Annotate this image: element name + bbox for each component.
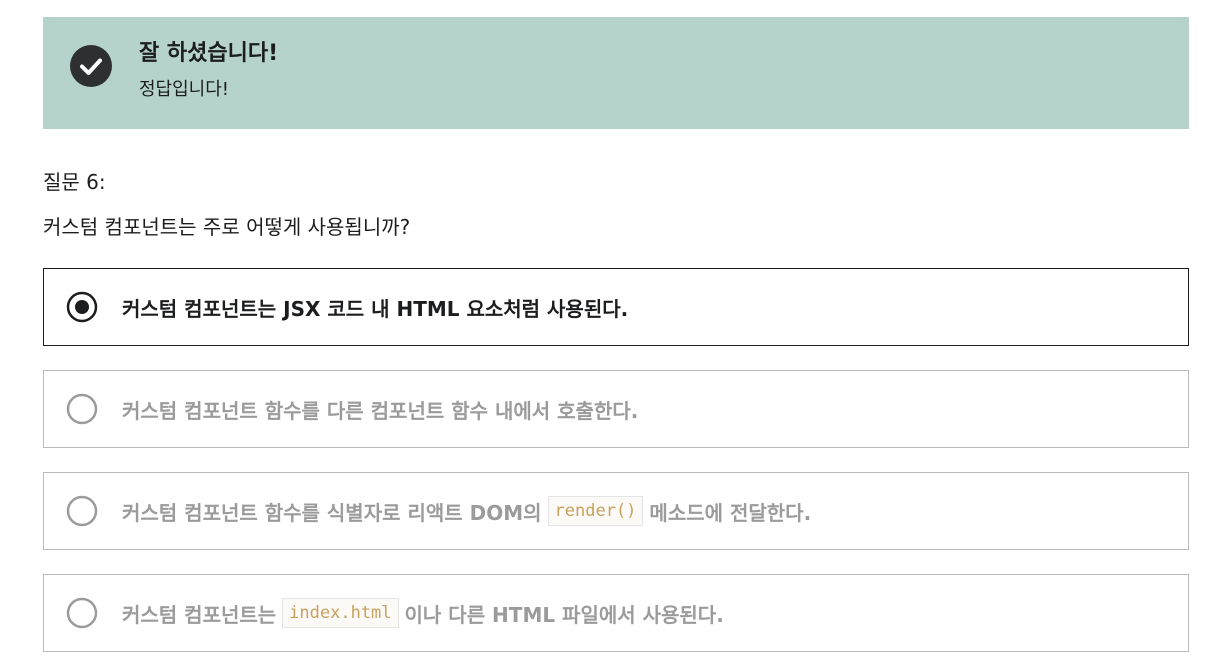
check-circle-icon — [70, 45, 112, 87]
answer-option-text-after: 메소드에 전달한다. — [649, 500, 812, 525]
answer-option-text: 커스텀 컴포넌트는 JSX 코드 내 HTML 요소처럼 사용된다. — [122, 296, 629, 321]
answer-option-text: 커스텀 컴포넌트는 — [122, 602, 277, 627]
answer-option-2[interactable]: 커스텀 컴포넌트 함수를 다른 컴포넌트 함수 내에서 호출한다. — [43, 370, 1189, 448]
radio-selected-icon[interactable] — [66, 291, 98, 323]
answer-option-1[interactable]: 커스텀 컴포넌트는 JSX 코드 내 HTML 요소처럼 사용된다. — [43, 268, 1189, 346]
inline-code: render() — [547, 496, 644, 526]
radio-unselected-icon[interactable] — [66, 597, 98, 629]
answer-option-text: 커스텀 컴포넌트 함수를 다른 컴포넌트 함수 내에서 호출한다. — [122, 398, 639, 423]
inline-code: index.html — [282, 598, 399, 628]
result-title: 잘 하셨습니다! — [139, 41, 279, 66]
answer-option-label: 커스텀 컴포넌트 함수를 다른 컴포넌트 함수 내에서 호출한다. — [122, 371, 638, 447]
answer-option-4[interactable]: 커스텀 컴포넌트는 index.html 이나 다른 HTML 파일에서 사용된… — [43, 574, 1189, 652]
answer-option-text: 커스텀 컴포넌트 함수를 식별자로 리액트 DOM의 — [122, 500, 542, 525]
result-banner: 잘 하셨습니다! 정답입니다! — [43, 17, 1189, 129]
question-text: 커스텀 컴포넌트는 주로 어떻게 사용됩니까? — [43, 215, 411, 239]
answer-option-label: 커스텀 컴포넌트 함수를 식별자로 리액트 DOM의 render() 메소드에… — [122, 473, 811, 549]
answer-option-text-after: 이나 다른 HTML 파일에서 사용된다. — [404, 602, 724, 627]
result-subtitle: 정답입니다! — [139, 79, 230, 100]
question-number: 질문 6: — [43, 170, 106, 194]
answer-option-label: 커스텀 컴포넌트는 JSX 코드 내 HTML 요소처럼 사용된다. — [122, 269, 628, 345]
radio-unselected-icon[interactable] — [66, 495, 98, 527]
radio-unselected-icon[interactable] — [66, 393, 98, 425]
answer-option-label: 커스텀 컴포넌트는 index.html 이나 다른 HTML 파일에서 사용된… — [122, 575, 724, 651]
answer-option-3[interactable]: 커스텀 컴포넌트 함수를 식별자로 리액트 DOM의 render() 메소드에… — [43, 472, 1189, 550]
quiz-page: 잘 하셨습니다! 정답입니다! 질문 6: 커스텀 컴포넌트는 주로 어떻게 사… — [0, 0, 1228, 672]
